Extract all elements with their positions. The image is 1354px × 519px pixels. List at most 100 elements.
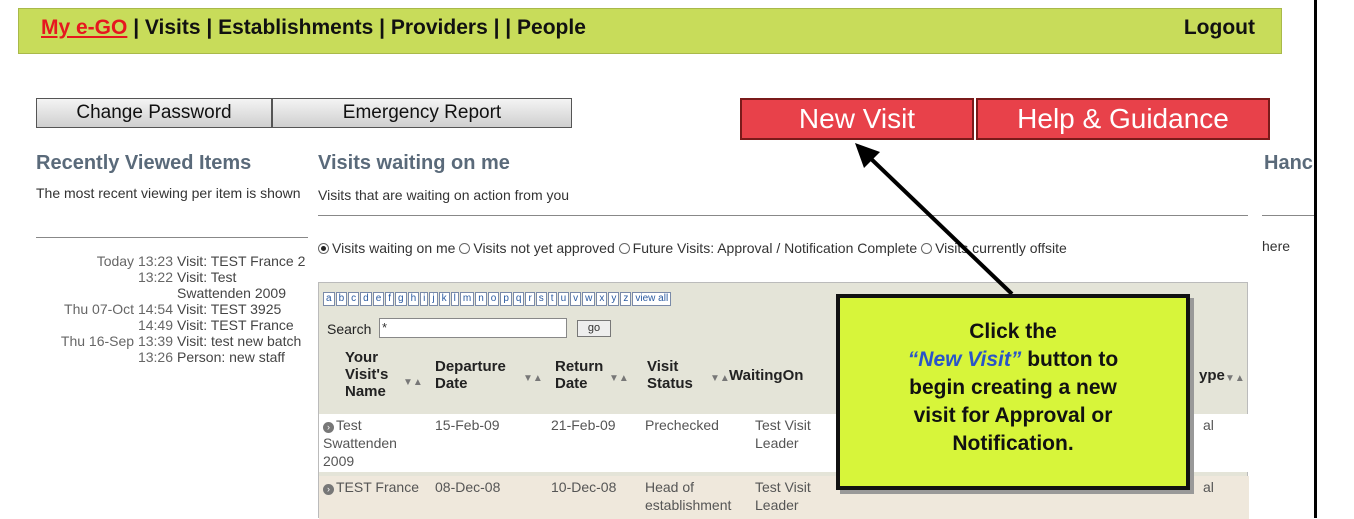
letter-filter-l[interactable]: l [450,292,459,306]
change-password-button[interactable]: Change Password [36,98,272,128]
cell-visit-name[interactable]: › TEST France [323,478,429,496]
filter-not-approved-option[interactable]: Visits not yet approved [459,240,615,256]
nav-my-ego[interactable]: My e-GO [41,16,127,39]
letter-filter-a[interactable]: a [323,292,335,306]
col-type[interactable]: ype [1199,367,1225,384]
letter-filter-m[interactable]: m [459,292,475,306]
letter-filter-q[interactable]: q [512,292,525,306]
item-label[interactable]: Visit: test new batch [177,333,312,349]
item-label[interactable]: Visit: TEST France [177,317,312,333]
letter-filter-b[interactable]: b [335,292,348,306]
letter-filter-y[interactable]: y [608,292,620,306]
new-visit-button[interactable]: New Visit [740,98,974,140]
letter-filter-u[interactable]: u [557,292,570,306]
letter-filter-i[interactable]: i [420,292,429,306]
callout-line: “New Visit” button to [840,346,1186,374]
visit-name-link[interactable]: TEST France [336,479,419,495]
list-item[interactable]: Thu 16-Sep 13:39 Visit: test new batch [36,333,316,349]
radio-selected-icon[interactable] [318,243,329,254]
expand-arrow-icon[interactable]: › [323,422,334,433]
visit-name-link[interactable]: Test Swattenden 2009 [323,417,397,469]
item-label[interactable]: Visit: TEST 3925 [177,301,312,317]
callout-line: visit for Approval or [913,404,1113,427]
sort-icon[interactable]: ▼▲ [403,377,423,388]
letter-filter-w[interactable]: w [582,292,596,306]
letter-filter-t[interactable]: t [547,292,557,306]
divider [1262,215,1314,216]
letter-filter-h[interactable]: h [407,292,420,306]
emergency-report-button[interactable]: Emergency Report [272,98,572,128]
letter-filter-k[interactable]: k [438,292,450,306]
letter-filter-c[interactable]: c [348,292,360,306]
filter-label: Visits currently offsite [935,240,1067,256]
expand-arrow-icon[interactable]: › [323,484,334,495]
letter-filter-f[interactable]: f [385,292,395,306]
col-return-date[interactable]: Return Date [555,358,609,392]
nav-providers[interactable]: Providers [391,16,488,39]
list-item[interactable]: Today 13:23 Visit: TEST France 2 [36,253,316,269]
item-time: 13:22 [137,269,173,285]
item-label[interactable]: Visit: TEST France 2 [177,253,312,269]
cell-waiting-on: Test Visit Leader [755,417,811,451]
alphabet-filter: a b c d e f g h i j k l m n o p q r s t u v w x y z view all [323,292,672,306]
radio-icon[interactable] [921,243,933,254]
list-item[interactable]: Thu 07-Oct 14:54 Visit: TEST 3925 [36,301,316,317]
list-item[interactable]: 13:22 Visit: Test Swattenden 2009 [36,269,316,301]
recently-viewed-list: Today 13:23 Visit: TEST France 2 13:22 Vis… [36,253,316,365]
help-guidance-button[interactable]: Help & Guidance [976,98,1270,140]
letter-filter-o[interactable]: o [487,292,500,306]
go-button[interactable]: go [577,320,611,337]
nav-links: My e-GO | Visits | Establishments | Prov… [41,16,586,40]
cell-departure: 08-Dec-08 [435,479,501,495]
letter-filter-n[interactable]: n [475,292,487,306]
letter-filter-e[interactable]: e [372,292,385,306]
filter-offsite-option[interactable]: Visits currently offsite [921,240,1067,256]
nav-visits[interactable]: Visits [145,16,201,39]
radio-icon[interactable] [618,243,630,254]
item-time: 14:49 [137,317,173,333]
top-border [0,0,1354,5]
letter-filter-g[interactable]: g [395,292,407,306]
letter-filter-v[interactable]: v [570,292,582,306]
sort-icon[interactable]: ▼▲ [710,373,730,384]
filter-waiting-option[interactable]: Visits waiting on me [318,240,455,256]
letter-filter-p[interactable]: p [500,292,512,306]
col-visit-name[interactable]: Your Visit's Name [345,349,405,400]
list-item[interactable]: 14:49 Visit: TEST France [36,317,316,333]
item-label[interactable]: Visit: Test Swattenden 2009 [177,269,312,301]
nav-separator: | | [487,16,518,39]
nav-establishments[interactable]: Establishments [218,16,373,39]
letter-filter-x[interactable]: x [596,292,608,306]
letter-filter-r[interactable]: r [525,292,535,306]
cell-departure: 15-Feb-09 [435,417,500,433]
radio-icon[interactable] [459,243,471,254]
search-label: Search [327,321,372,337]
list-item[interactable]: 13:26 Person: new staff [36,349,316,365]
right-section-text: here [1262,238,1291,254]
item-time: Thu 16-Sep 13:39 [60,333,173,349]
filter-label: Visits not yet approved [473,240,615,256]
logout-link[interactable]: Logout [1184,16,1255,40]
vertical-divider [1314,0,1317,518]
col-waiting-on[interactable]: WaitingOn [729,367,839,384]
sort-icon[interactable]: ▼▲ [523,373,543,384]
callout-line: Notification. [952,432,1074,455]
col-departure-date[interactable]: Departure Date [435,358,517,392]
cell-visit-name[interactable]: › Test Swattenden 2009 [323,416,429,470]
col-visit-status[interactable]: Visit Status [647,358,707,392]
search-input[interactable]: * [379,318,567,338]
divider [318,215,1248,216]
filter-future-option[interactable]: Future Visits: Approval / Notification C… [618,240,917,256]
letter-filter-s[interactable]: s [535,292,547,306]
sort-icon[interactable]: ▼▲ [609,373,629,384]
sort-icon[interactable]: ▼▲ [1225,373,1245,384]
nav-people[interactable]: People [517,16,586,39]
letter-filter-z[interactable]: z [620,292,632,306]
callout-line: Click the [969,320,1057,343]
letter-filter-d[interactable]: d [360,292,372,306]
top-navigation-bar: My e-GO | Visits | Establishments | Prov… [18,8,1282,54]
callout-text: button to [1021,348,1119,371]
item-label[interactable]: Person: new staff [177,349,312,365]
letter-filter-view-all[interactable]: view all [632,292,672,306]
letter-filter-j[interactable]: j [429,292,438,306]
